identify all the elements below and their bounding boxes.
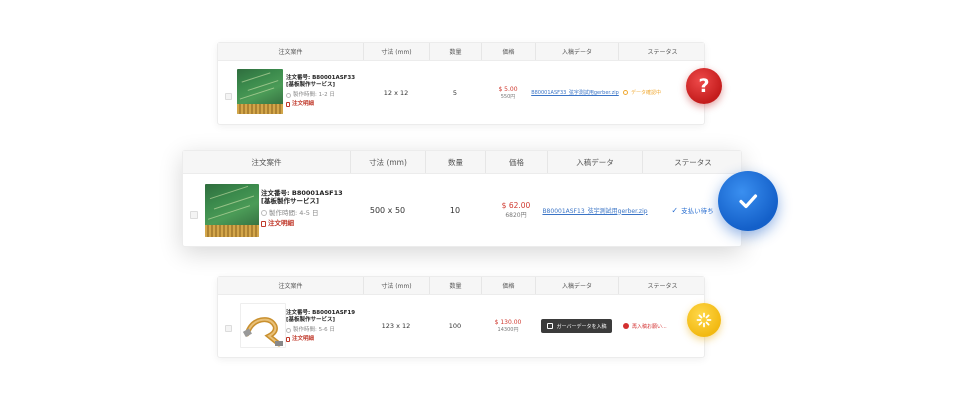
order-info: 注文番号: B80001ASF33 [基板製作サービス] 製作時間: 1-2 日… (286, 75, 355, 109)
table-header: 注文案件 寸法 (mm) 数量 価格 入稿データ ステータス (218, 277, 704, 295)
document-icon (261, 220, 266, 227)
service-type: [基板製作サービス] (286, 82, 336, 89)
lead-time: 製作時間: 4-5 日 (269, 208, 319, 217)
header-input-data: 入稿データ (535, 43, 618, 60)
qty-value: 5 (452, 88, 458, 97)
status-label: データ確認中 (623, 89, 661, 96)
header-input-data: 入稿データ (547, 151, 642, 173)
table-header: 注文案件 寸法 (mm) 数量 価格 入稿データ ステータス (183, 151, 741, 174)
checkmark-icon (718, 171, 778, 231)
status-label: 再入稿お願い... (623, 323, 667, 330)
status-label: ✓ 支払い待ち (671, 205, 714, 216)
header-order: 注文案件 (278, 283, 303, 290)
alert-icon (623, 323, 629, 329)
checkmark-icon: ✓ (671, 205, 679, 215)
lead-time: 製作時間: 5-6 日 (293, 327, 335, 334)
order-info: 注文番号: B80001ASF19 [基板製作サービス] 製作時間: 5-6 日… (286, 310, 355, 344)
header-price: 価格 (485, 151, 547, 173)
gerber-file-link[interactable]: B80001ASF33_弦宇測試用gerber.zip (531, 89, 619, 96)
service-type: [基板製作サービス] (261, 197, 319, 206)
gerber-file-link[interactable]: B80001ASF13_弦宇測試用gerber.zip (542, 206, 647, 215)
order-detail-label: 注文明細 (292, 101, 315, 108)
header-price: 価格 (481, 277, 535, 294)
clock-icon (623, 90, 628, 95)
size-value: 500 x 50 (369, 205, 406, 215)
header-order: 注文案件 (251, 157, 282, 167)
price-jpy: 6820円 (505, 212, 527, 219)
header-size: 寸法 (mm) (363, 43, 429, 60)
header-qty: 数量 (425, 151, 485, 173)
order-detail-link[interactable]: 注文明細 (286, 336, 355, 343)
pcb-thumbnail (205, 184, 259, 237)
question-icon: ? (686, 68, 722, 104)
order-detail-label: 注文明細 (292, 336, 315, 343)
price-jpy: 550円 (500, 93, 516, 100)
qty-value: 10 (449, 205, 461, 215)
service-type: [基板製作サービス] (286, 317, 336, 324)
header-price: 価格 (481, 43, 535, 60)
size-value: 12 x 12 (383, 88, 409, 97)
order-info: 注文番号: B80001ASF13 [基板製作サービス] 製作時間: 4-5 日… (261, 189, 343, 228)
order-card-3: 注文案件 寸法 (mm) 数量 価格 入稿データ ステータス 注文番号: B80… (217, 276, 705, 358)
order-detail-link[interactable]: 注文明細 (261, 219, 343, 227)
clock-icon (261, 210, 267, 217)
qty-value: 100 (448, 322, 462, 330)
header-input-data: 入稿データ (535, 277, 618, 294)
row-checkbox[interactable] (225, 325, 232, 332)
price-cell: $ 130.00 14300円 (481, 295, 535, 357)
header-size: 寸法 (mm) (350, 151, 425, 173)
header-status: ステータス (618, 277, 706, 294)
upload-gerber-button[interactable]: ガーバーデータを入稿 (540, 319, 613, 333)
price-jpy: 14300円 (497, 327, 519, 333)
lead-time: 製作時間: 1-2 日 (293, 92, 335, 99)
order-card-1: 注文案件 寸法 (mm) 数量 価格 入稿データ ステータス 注文番号: B80… (217, 42, 705, 125)
price-usd: $ 62.00 (501, 201, 531, 210)
table-header: 注文案件 寸法 (mm) 数量 価格 入稿データ ステータス (218, 43, 704, 61)
row-checkbox[interactable] (190, 211, 198, 219)
flex-pcb-thumbnail (240, 303, 286, 348)
order-detail-link[interactable]: 注文明細 (286, 101, 355, 108)
upload-icon (546, 323, 553, 329)
price-usd: $ 5.00 (498, 85, 518, 93)
row-checkbox[interactable] (225, 93, 232, 100)
size-value: 123 x 12 (381, 322, 411, 330)
pcb-thumbnail (237, 69, 283, 114)
header-order: 注文案件 (278, 49, 303, 56)
document-icon (286, 102, 290, 108)
clock-icon (286, 93, 291, 99)
header-size: 寸法 (mm) (363, 277, 429, 294)
header-status: ステータス (618, 43, 706, 60)
order-detail-label: 注文明細 (268, 219, 294, 228)
loading-spinner-icon (687, 303, 721, 337)
header-qty: 数量 (429, 277, 481, 294)
header-qty: 数量 (429, 43, 481, 60)
clock-icon (286, 328, 291, 334)
document-icon (286, 337, 290, 343)
order-card-2: 注文案件 寸法 (mm) 数量 価格 入稿データ ステータス 注文番号: B80… (182, 150, 742, 247)
header-status: ステータス (642, 151, 743, 173)
price-usd: $ 130.00 (494, 319, 522, 326)
